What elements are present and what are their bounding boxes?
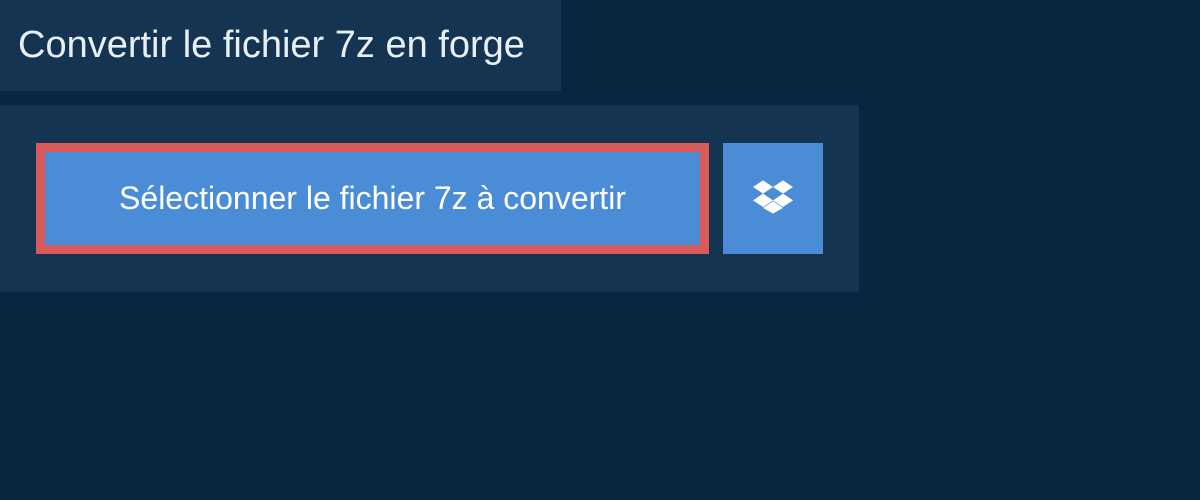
select-file-button[interactable]: Sélectionner le fichier 7z à convertir [36,143,709,254]
upload-panel: Sélectionner le fichier 7z à convertir [0,105,859,292]
button-row: Sélectionner le fichier 7z à convertir [36,143,823,254]
dropbox-icon [753,177,793,220]
page-title-tab: Convertir le fichier 7z en forge [0,0,561,91]
page-title-text: Convertir le fichier 7z en forge [18,24,525,66]
dropbox-button[interactable] [723,143,823,254]
select-file-label: Sélectionner le fichier 7z à convertir [119,180,626,217]
